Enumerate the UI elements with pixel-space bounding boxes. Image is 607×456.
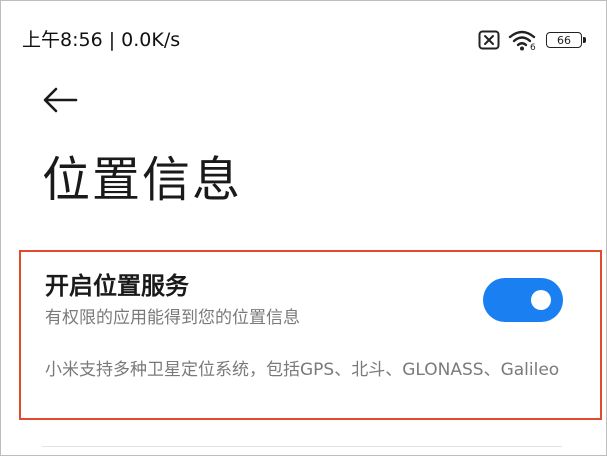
- status-icons: 6 66: [478, 28, 586, 52]
- battery-icon: 66: [546, 32, 586, 48]
- setting-subtitle: 有权限的应用能得到您的位置信息: [45, 308, 300, 328]
- setting-description: 小米支持多种卫星定位系统，包括GPS、北斗、GLONASS、Galileo: [45, 360, 560, 380]
- wifi-label: 6: [530, 43, 536, 51]
- toggle-knob: [531, 290, 551, 310]
- page-title: 位置信息: [42, 152, 243, 208]
- back-arrow-icon: [43, 87, 78, 113]
- divider: [42, 446, 562, 447]
- back-button[interactable]: [40, 84, 84, 116]
- battery-level: 66: [557, 33, 571, 47]
- location-service-setting[interactable]: 开启位置服务 有权限的应用能得到您的位置信息 小米支持多种卫星定位系统，包括GP…: [19, 250, 602, 420]
- location-service-toggle[interactable]: [483, 278, 563, 322]
- wifi-6-icon: 6: [508, 29, 538, 51]
- status-time-speed: 上午8:56 | 0.0K/s: [22, 29, 181, 51]
- status-bar: 上午8:56 | 0.0K/s 6 66: [22, 26, 586, 54]
- sim-disabled-icon: [478, 30, 500, 50]
- setting-title: 开启位置服务: [45, 272, 189, 300]
